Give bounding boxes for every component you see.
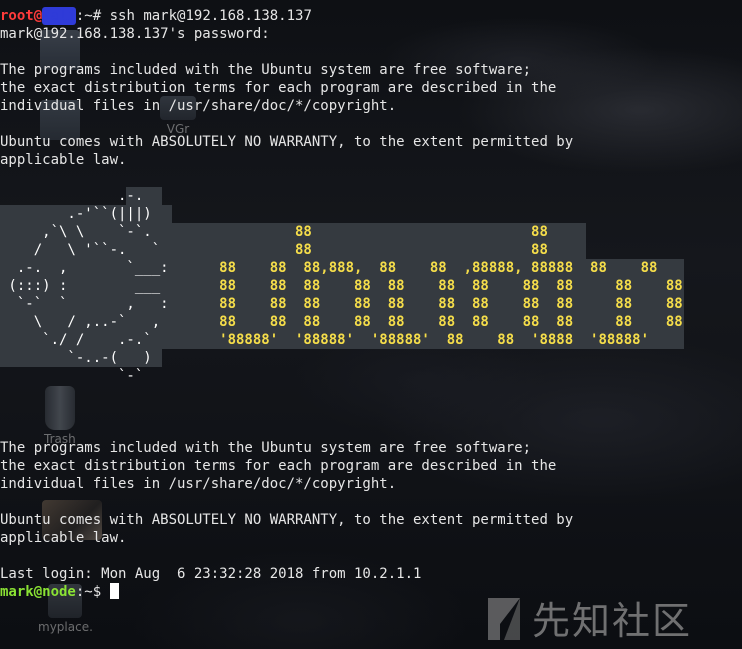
xianzhi-logo-icon	[488, 597, 520, 640]
motd-line: the exact distribution terms for each pr…	[0, 80, 557, 96]
warranty-line: Ubuntu comes with ABSOLUTELY NO WARRANTY…	[0, 134, 574, 150]
xianzhi-watermark: 先知社区	[486, 590, 692, 645]
ubuntu-wordmark-ascii: 88 88 88 88 88 88 88,888, 88 88 ,88888, …	[219, 224, 683, 348]
warranty-line: Ubuntu comes with ABSOLUTELY NO WARRANTY…	[0, 512, 574, 528]
motd-line: individual files in /usr/share/doc/*/cop…	[0, 476, 397, 492]
watermark-text: 先知社区	[532, 599, 693, 643]
prompt-symbol: $	[92, 584, 110, 600]
last-login-line: Last login: Mon Aug 6 23:32:28 2018 from…	[0, 566, 422, 582]
password-line: mark@192.168.138.137's password:	[0, 26, 270, 42]
prompt-user-host: mark@node	[0, 584, 76, 600]
prompt-path: :~	[75, 584, 93, 600]
prompt-symbol: #	[92, 8, 102, 24]
root-prompt-line: root@kali:~# ssh mark@192.168.138.137	[0, 7, 742, 25]
motd-line: the exact distribution terms for each pr…	[0, 458, 557, 474]
motd-line: individual files in /usr/share/doc/*/cop…	[0, 98, 397, 114]
prompt-path: :~	[75, 8, 93, 24]
terminal-output[interactable]: root@kali:~# ssh mark@192.168.138.137 ma…	[0, 7, 742, 601]
text-cursor	[109, 583, 119, 599]
prompt-host-redacted: kali	[42, 7, 76, 25]
motd-line: The programs included with the Ubuntu sy…	[0, 62, 532, 78]
prompt-user: root@	[0, 8, 43, 24]
ssh-command: ssh mark@192.168.138.137	[101, 8, 312, 24]
warranty-line: applicable law.	[0, 530, 127, 546]
desktop-icon-label: myplace.	[38, 620, 93, 634]
motd-line: The programs included with the Ubuntu sy…	[0, 440, 532, 456]
warranty-line: applicable law.	[0, 152, 127, 168]
ubuntu-ascii-banner: .-. .-'``(|||) ,`\ \ `-`. / \ '``-. ` .-…	[0, 187, 742, 384]
